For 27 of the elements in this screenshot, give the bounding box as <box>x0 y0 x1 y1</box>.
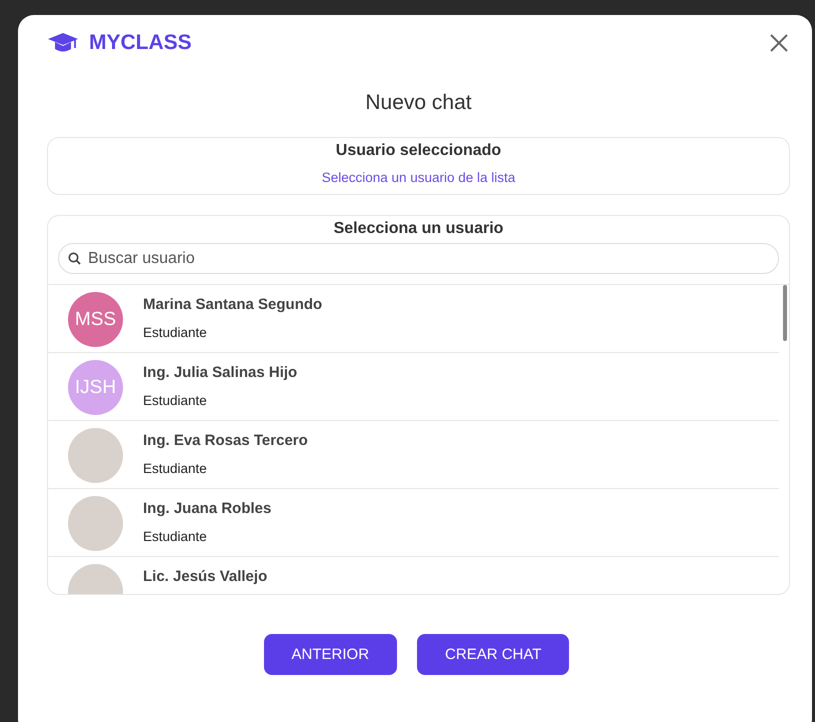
action-button[interactable]: CREAR CHAT <box>417 634 570 675</box>
card-heading: Selecciona un usuario <box>334 220 504 238</box>
user-name: Ing. Julia Salinas Hijo <box>143 364 298 381</box>
user-name: Marina Santana Segundo <box>143 296 322 313</box>
hint-text: Selecciona un usuario de la lista <box>322 170 516 185</box>
avatar: IJSH <box>68 360 123 415</box>
action-button[interactable]: ANTERIOR <box>264 634 398 675</box>
user-row[interactable]: IJSH Ing. Julia Salinas Hijo Estudiante <box>48 353 779 421</box>
user-role: Estudiante <box>143 461 208 476</box>
scrollbar-thumb[interactable] <box>783 285 787 341</box>
search-field[interactable]: Buscar usuario <box>58 243 779 274</box>
user-name: Ing. Juana Robles <box>143 500 272 517</box>
avatar: MSS <box>68 292 123 347</box>
search-icon <box>68 252 81 265</box>
user-row[interactable]: MSS Marina Santana Segundo Estudiante <box>48 285 779 353</box>
user-role: Estudiante <box>143 325 208 340</box>
user-row[interactable]: Lic. Jesús Vallejo <box>48 557 779 594</box>
close-button[interactable] <box>768 32 790 54</box>
user-name: Lic. Jesús Vallejo <box>143 568 268 585</box>
card-heading: Usuario seleccionado <box>336 142 502 160</box>
user-row[interactable]: Ing. Juana Robles Estudiante <box>48 489 779 557</box>
dialog-title: Nuevo chat <box>364 91 473 115</box>
user-row[interactable]: Ing. Eva Rosas Tercero Estudiante <box>48 421 779 489</box>
user-name: Ing. Eva Rosas Tercero <box>143 432 308 449</box>
brand-name: MYCLASS <box>89 31 192 55</box>
user-role: Estudiante <box>143 529 208 544</box>
user-role: Estudiante <box>143 393 208 408</box>
